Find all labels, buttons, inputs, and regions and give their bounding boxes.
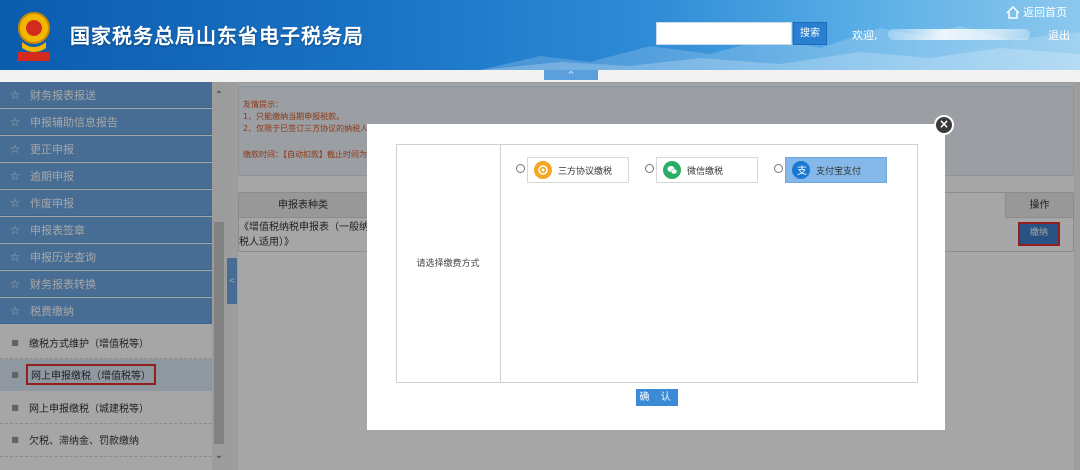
search-input[interactable] [656, 22, 792, 45]
home-icon [1006, 5, 1020, 19]
radio-tripartite[interactable] [516, 164, 525, 173]
wechat-icon [663, 161, 681, 179]
option-label: 微信缴税 [687, 166, 724, 177]
svg-text:支: 支 [797, 165, 807, 176]
option-wechat[interactable]: 微信缴税 [656, 157, 758, 183]
tax-emblem-logo [18, 12, 50, 61]
alipay-icon: 支 [792, 161, 810, 179]
site-title: 国家税务总局山东省电子税务局 [70, 24, 364, 48]
welcome-text: 欢迎, [852, 29, 878, 42]
table-divider [500, 144, 501, 383]
search-button[interactable]: 搜索 [793, 22, 827, 45]
payment-method-label: 请选择缴费方式 [416, 259, 480, 269]
option-label: 支付宝支付 [816, 166, 862, 177]
home-link-label: 返回首页 [1023, 6, 1067, 19]
option-alipay[interactable]: 支 支付宝支付 [785, 157, 887, 183]
option-label: 三方协议缴税 [558, 166, 613, 177]
logout-link[interactable]: 退出 [1048, 27, 1070, 43]
option-tripartite[interactable]: 三方协议缴税 [527, 157, 629, 183]
blurred-username [888, 29, 1030, 40]
radio-wechat[interactable] [645, 164, 654, 173]
collapse-header-button[interactable]: ^ [544, 70, 598, 80]
header-bar: 国家税务总局山东省电子税务局 搜索 欢迎, 返回首页 退出 [0, 0, 1080, 70]
radio-alipay[interactable] [774, 164, 783, 173]
tripartite-icon [534, 161, 552, 179]
home-link[interactable]: 返回首页 [1006, 4, 1067, 20]
confirm-button[interactable]: 确 认 [636, 389, 678, 406]
close-icon[interactable]: × [934, 115, 954, 135]
